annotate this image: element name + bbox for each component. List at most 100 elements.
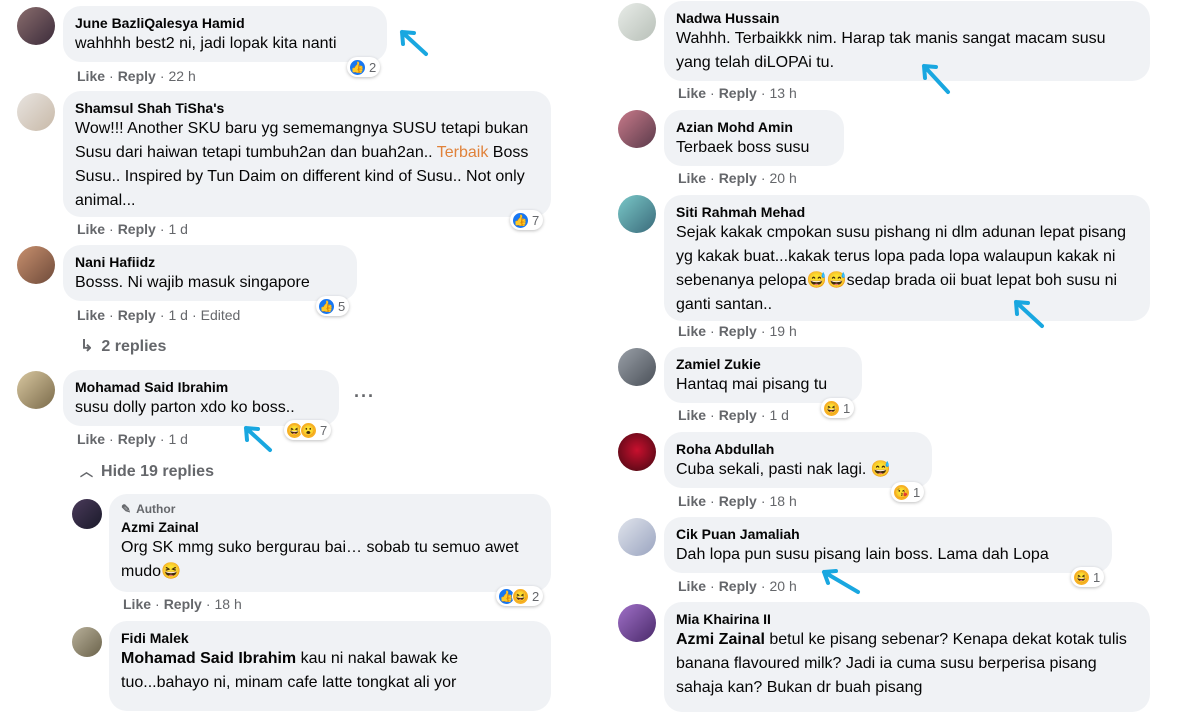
comment-bubble: June BazliQalesya Hamid wahhhh best2 ni,… (63, 6, 387, 62)
reaction-count: 1 (913, 484, 921, 500)
comment-time[interactable]: 1 d (168, 221, 187, 237)
comment-bubble: Roha Abdullah Cuba sekali, pasti nak lag… (664, 432, 932, 488)
comment-time[interactable]: 19 h (769, 323, 796, 339)
emoji: 😆 (161, 563, 181, 580)
reply-link[interactable]: Reply (719, 170, 757, 186)
commenter-name[interactable]: Fidi Malek (121, 629, 539, 647)
commenter-name[interactable]: Azian Mohd Amin (676, 118, 832, 136)
annotation-arrow-icon (822, 569, 860, 594)
commenter-name[interactable]: June BazliQalesya Hamid (75, 14, 375, 32)
comment-actions: Like · Reply · 20 h (678, 170, 797, 186)
commenter-name[interactable]: Nadwa Hussain (676, 9, 1138, 27)
reply-link[interactable]: Reply (719, 578, 757, 594)
commenter-name[interactable]: Mia Khairina II (676, 610, 1138, 628)
avatar[interactable] (17, 371, 55, 409)
haha-reaction-icon: 😆 (823, 399, 840, 417)
reaction-count: 5 (338, 298, 346, 314)
comment-bubble: Mohamad Said Ibrahim susu dolly parton x… (63, 370, 339, 426)
avatar[interactable] (618, 195, 656, 233)
avatar[interactable] (72, 627, 102, 657)
reply-link[interactable]: Reply (118, 307, 156, 323)
hide-replies-label: Hide 19 replies (101, 463, 214, 480)
comment-text: wahhhh best2 ni, jadi lopak kita nanti (75, 35, 337, 52)
reaction-summary[interactable]: 👍 😆 2 (496, 586, 544, 606)
like-link[interactable]: Like (77, 68, 105, 84)
comment-time[interactable]: 18 h (214, 596, 241, 612)
like-link[interactable]: Like (678, 407, 706, 423)
like-link[interactable]: Like (77, 431, 105, 447)
comment-time[interactable]: 13 h (769, 85, 796, 101)
comment-bubble: Cik Puan Jamaliah Dah lopa pun susu pisa… (664, 517, 1112, 573)
reply-link[interactable]: Reply (164, 596, 202, 612)
reply-link[interactable]: Reply (118, 221, 156, 237)
commenter-name[interactable]: Roha Abdullah (676, 440, 920, 458)
like-link[interactable]: Like (678, 323, 706, 339)
more-options-icon[interactable]: ··· (354, 386, 375, 407)
comment-time[interactable]: 20 h (769, 578, 796, 594)
avatar[interactable] (17, 7, 55, 45)
commenter-name[interactable]: Shamsul Shah TiSha's (75, 99, 539, 117)
commenter-name[interactable]: Nani Hafiidz (75, 253, 345, 271)
reaction-summary[interactable]: 😘 1 (891, 482, 925, 502)
comment-time[interactable]: 18 h (769, 493, 796, 509)
commenter-name[interactable]: Azmi Zainal (121, 518, 539, 536)
like-link[interactable]: Like (77, 221, 105, 237)
comment-time[interactable]: 22 h (168, 68, 195, 84)
avatar[interactable] (618, 604, 656, 642)
avatar[interactable] (72, 499, 102, 529)
like-reaction-icon: 👍 (318, 297, 335, 315)
comment-time[interactable]: 1 d (168, 307, 187, 323)
mention-tag[interactable]: Azmi Zainal (676, 631, 765, 648)
comment-time[interactable]: 20 h (769, 170, 796, 186)
reply-link[interactable]: Reply (719, 493, 757, 509)
mention-tag[interactable]: Mohamad Said Ibrahim (121, 650, 296, 667)
reply-link[interactable]: Reply (118, 68, 156, 84)
comment-actions: Like · Reply · 1 d (77, 431, 188, 447)
reaction-summary[interactable]: 👍 5 (316, 296, 350, 316)
reaction-summary[interactable]: 👍 7 (510, 210, 544, 230)
avatar[interactable] (618, 3, 656, 41)
avatar[interactable] (618, 110, 656, 148)
reaction-count: 7 (320, 422, 328, 438)
hide-replies-link[interactable]: ︿ Hide 19 replies (80, 461, 214, 481)
commenter-name[interactable]: Siti Rahmah Mehad (676, 203, 1138, 221)
reaction-summary[interactable]: 😆 1 (1071, 567, 1105, 587)
commenter-name[interactable]: Cik Puan Jamaliah (676, 525, 1100, 543)
comment-time[interactable]: 1 d (769, 407, 788, 423)
like-link[interactable]: Like (678, 493, 706, 509)
comment-actions: Like · Reply · 1 d · Edited (77, 307, 241, 323)
avatar[interactable] (17, 246, 55, 284)
commenter-name[interactable]: Mohamad Said Ibrahim (75, 378, 327, 396)
commenter-name[interactable]: Zamiel Zukie (676, 355, 850, 373)
annotation-arrow-icon (244, 426, 272, 452)
annotation-arrow-icon (400, 30, 428, 56)
like-link[interactable]: Like (123, 596, 151, 612)
comment-time[interactable]: 1 d (168, 431, 187, 447)
chevron-up-icon: ︿ (80, 464, 94, 479)
comment-text-part: Cuba sekali, pasti nak lagi. (676, 461, 867, 478)
view-replies-label: 2 replies (101, 338, 167, 355)
reaction-summary[interactable]: 😆 😮 7 (284, 420, 332, 440)
like-link[interactable]: Like (678, 578, 706, 594)
reaction-summary[interactable]: 👍 2 (347, 57, 381, 77)
comment-text: Dah lopa pun susu pisang lain boss. Lama… (676, 546, 1049, 563)
highlight-word: Terbaik (436, 144, 489, 161)
reply-link[interactable]: Reply (719, 85, 757, 101)
like-link[interactable]: Like (77, 307, 105, 323)
comment-text: Org SK mmg suko bergurau bai… sobab tu s… (121, 536, 539, 584)
comment-bubble: Nadwa Hussain Wahhh. Terbaikkk nim. Hara… (664, 1, 1150, 81)
avatar[interactable] (17, 93, 55, 131)
reply-link[interactable]: Reply (719, 323, 757, 339)
like-link[interactable]: Like (678, 85, 706, 101)
reply-link[interactable]: Reply (118, 431, 156, 447)
avatar[interactable] (618, 518, 656, 556)
comment-text: Terbaek boss susu (676, 139, 810, 156)
like-link[interactable]: Like (678, 170, 706, 186)
avatar[interactable] (618, 433, 656, 471)
view-replies-link[interactable]: ↳ 2 replies (80, 336, 166, 356)
comment-actions: Like · Reply · 18 h (678, 493, 797, 509)
like-reaction-icon: 👍 (512, 211, 529, 229)
avatar[interactable] (618, 348, 656, 386)
reaction-summary[interactable]: 😆 1 (821, 398, 855, 418)
reply-link[interactable]: Reply (719, 407, 757, 423)
